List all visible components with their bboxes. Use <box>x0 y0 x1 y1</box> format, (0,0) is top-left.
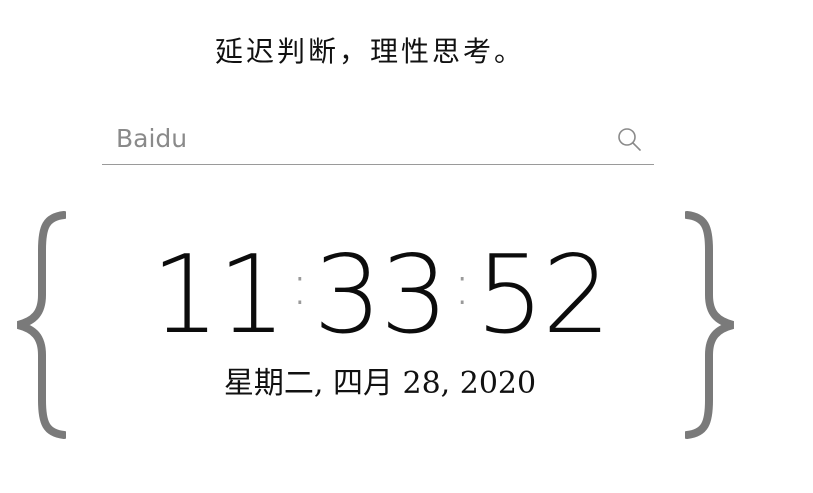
clock-minutes: 33 <box>313 233 448 358</box>
clock-hours: 11 <box>150 233 286 358</box>
date-text: 星期二, 四月 28, 2020 <box>223 366 537 401</box>
search-bar <box>102 110 654 165</box>
clock-separator: : <box>452 253 472 318</box>
motto-text: 延迟判断，理性思考。 <box>214 35 525 68</box>
search-input[interactable] <box>116 120 596 156</box>
clock-separator: : <box>290 253 309 318</box>
search-icon[interactable] <box>614 124 644 154</box>
digital-clock: 11:33:52 <box>0 228 760 354</box>
clock-seconds: 52 <box>475 233 611 358</box>
right-brace-icon <box>685 211 735 439</box>
